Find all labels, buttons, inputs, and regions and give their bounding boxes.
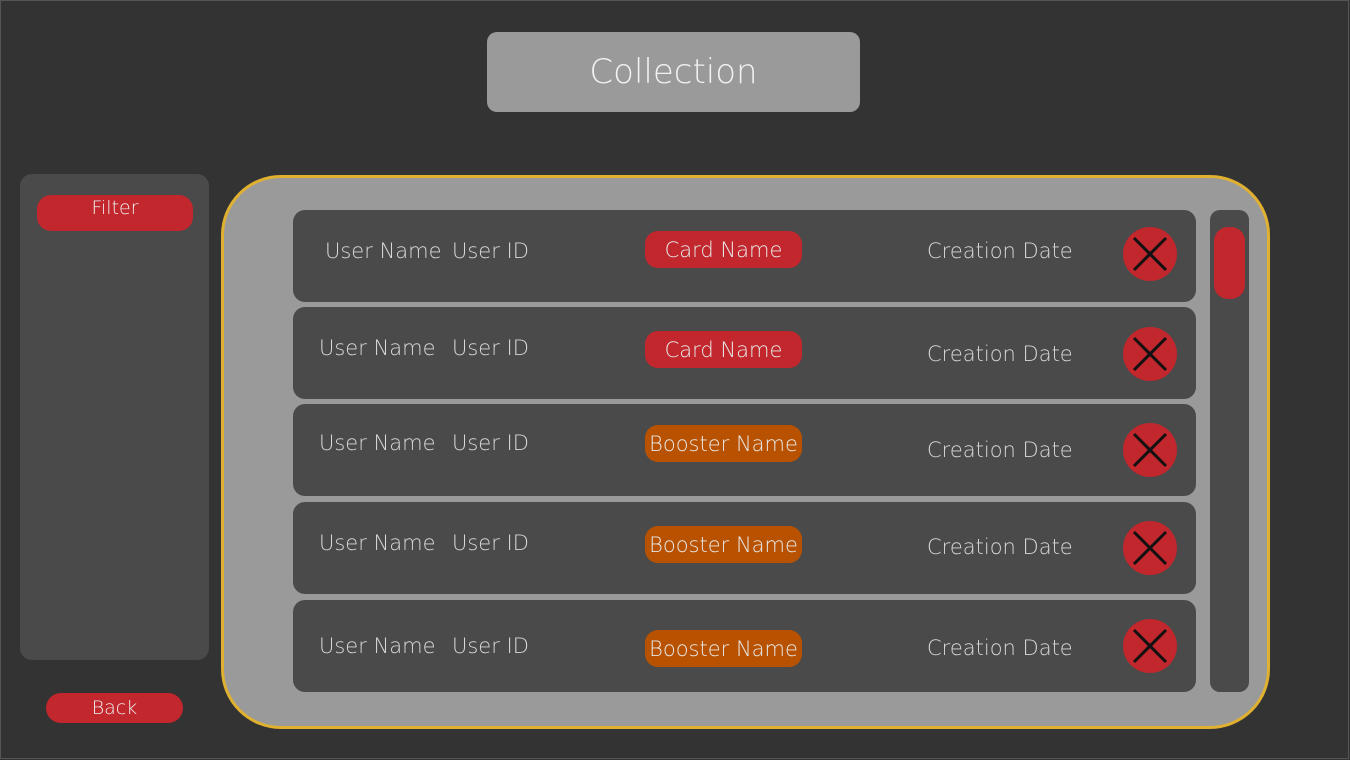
user-id: User ID	[452, 336, 529, 360]
user-id: User ID	[452, 431, 529, 455]
user-name: User Name	[319, 336, 436, 360]
user-name: User Name	[319, 634, 436, 658]
user-id: User ID	[452, 531, 529, 555]
booster-name-tag[interactable]: Booster Name	[645, 425, 802, 462]
user-name: User Name	[319, 531, 436, 555]
filter-sidebar	[20, 174, 209, 660]
list-item: User Name User ID Card Name Creation Dat…	[293, 210, 1196, 302]
user-id: User ID	[452, 634, 529, 658]
close-x-icon	[1132, 628, 1168, 664]
list-item: User Name User ID Booster Name Creation …	[293, 600, 1196, 692]
close-x-icon	[1132, 236, 1168, 272]
delete-button[interactable]	[1123, 423, 1177, 477]
card-name-tag[interactable]: Card Name	[645, 231, 802, 268]
creation-date: Creation Date	[927, 535, 1073, 559]
user-name: User Name	[319, 431, 436, 455]
creation-date: Creation Date	[927, 636, 1073, 660]
page-title-text: Collection	[589, 52, 758, 92]
scrollbar-track[interactable]	[1210, 210, 1249, 692]
card-name-tag[interactable]: Card Name	[645, 331, 802, 368]
delete-button[interactable]	[1123, 619, 1177, 673]
creation-date: Creation Date	[927, 342, 1073, 366]
page-title: Collection	[487, 32, 860, 112]
filter-button[interactable]: Filter	[37, 195, 193, 231]
back-button[interactable]: Back	[46, 693, 183, 723]
scrollbar-thumb[interactable]	[1214, 227, 1245, 299]
close-x-icon	[1132, 530, 1168, 566]
user-name: User Name	[325, 239, 442, 263]
booster-name-tag[interactable]: Booster Name	[645, 630, 802, 667]
delete-button[interactable]	[1123, 227, 1177, 281]
delete-button[interactable]	[1123, 521, 1177, 575]
list-item: User Name User ID Booster Name Creation …	[293, 502, 1196, 594]
creation-date: Creation Date	[927, 239, 1073, 263]
list-item: User Name User ID Card Name Creation Dat…	[293, 307, 1196, 399]
list-item: User Name User ID Booster Name Creation …	[293, 404, 1196, 496]
booster-name-tag[interactable]: Booster Name	[645, 526, 802, 563]
creation-date: Creation Date	[927, 438, 1073, 462]
close-x-icon	[1132, 336, 1168, 372]
user-id: User ID	[452, 239, 529, 263]
delete-button[interactable]	[1123, 327, 1177, 381]
close-x-icon	[1132, 432, 1168, 468]
